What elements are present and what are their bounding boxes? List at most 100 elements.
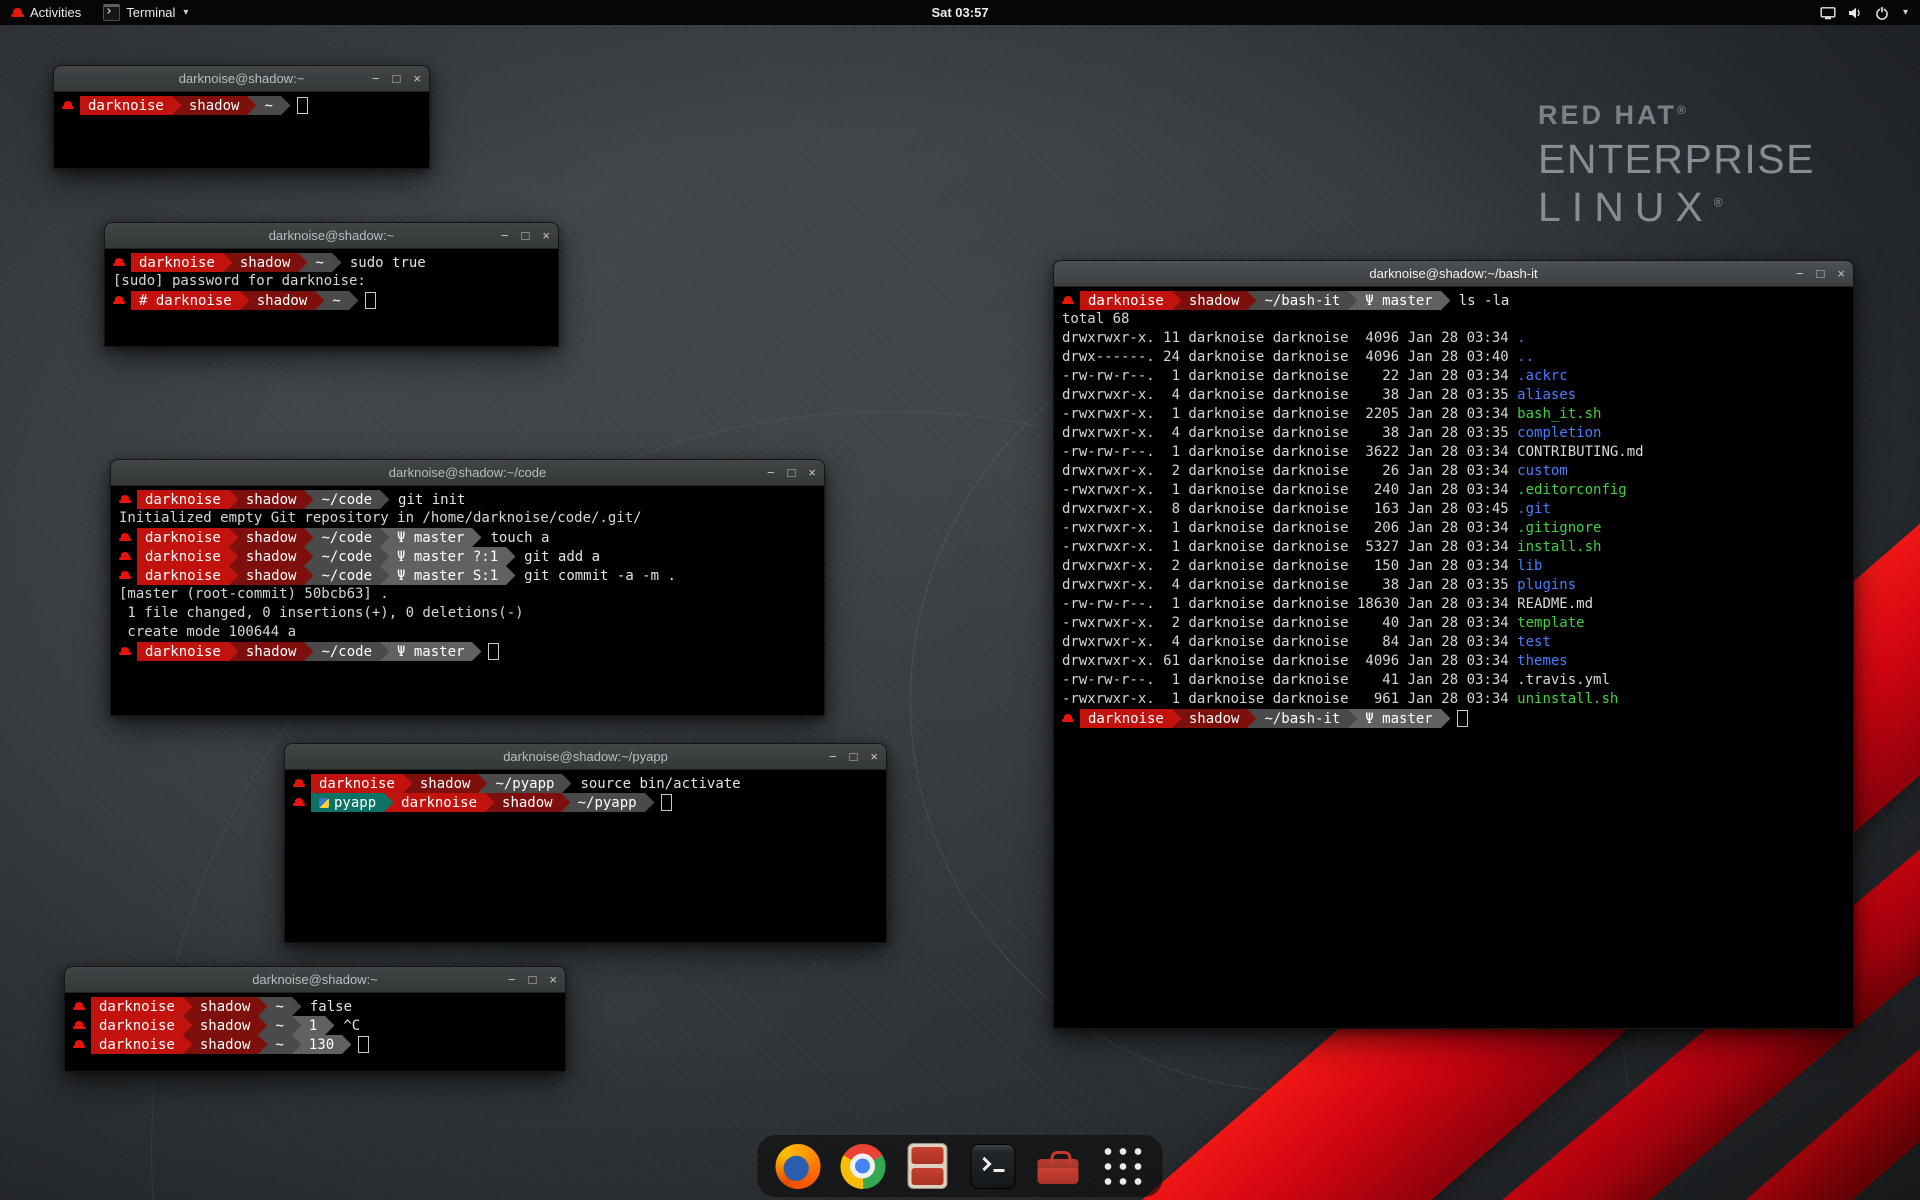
- powerline-separator: [258, 1016, 267, 1035]
- minimize-button[interactable]: −: [767, 466, 775, 479]
- app-menu-terminal[interactable]: Terminal ▾: [92, 0, 199, 25]
- titlebar[interactable]: darknoise@shadow:~ − □ ×: [65, 967, 565, 993]
- terminal-content[interactable]: darknoiseshadow~/codegit initInitialized…: [111, 486, 824, 715]
- activities-button[interactable]: Activities: [0, 0, 92, 25]
- maximize-button[interactable]: □: [788, 466, 796, 479]
- titlebar[interactable]: darknoise@shadow:~ − □ ×: [105, 223, 558, 249]
- prompt-segment-user: darknoise: [137, 490, 229, 509]
- terminal-line: drwxrwxr-x. 2 darknoise darknoise 150 Ja…: [1062, 557, 1853, 576]
- maximize-button[interactable]: □: [393, 72, 401, 85]
- prompt-segment-host: shadow: [1181, 291, 1248, 310]
- prompt-segment-host: shadow: [192, 1016, 259, 1035]
- prompt-segment-user: darknoise: [137, 547, 229, 566]
- terminal-window-home-2[interactable]: darknoise@shadow:~ − □ × darknoiseshadow…: [64, 966, 566, 1072]
- minimize-button[interactable]: −: [372, 72, 380, 85]
- terminal-line: -rwxrwxr-x. 1 darknoise darknoise 240 Ja…: [1062, 481, 1853, 500]
- dock-item-software[interactable]: [1034, 1142, 1082, 1190]
- dock-item-firefox[interactable]: [774, 1142, 822, 1190]
- window-title: darknoise@shadow:~: [252, 972, 378, 987]
- terminal-cursor: [488, 643, 499, 660]
- powerline-separator: [1348, 709, 1357, 728]
- ls-entry-name: install.sh: [1517, 539, 1601, 555]
- close-button[interactable]: ×: [413, 72, 421, 85]
- terminal-line: drwxrwxr-x. 2 darknoise darknoise 26 Jan…: [1062, 462, 1853, 481]
- registered-mark: ®: [1677, 103, 1689, 117]
- ls-entry-name: uninstall.sh: [1517, 691, 1618, 707]
- terminal-window-pyapp[interactable]: darknoise@shadow:~/pyapp − □ × darknoise…: [284, 743, 887, 943]
- prompt-segment-code: 130: [301, 1035, 342, 1054]
- terminal-window-home-1[interactable]: darknoise@shadow:~ − □ × darknoiseshadow…: [53, 65, 430, 169]
- ls-entry-meta: -rwxrwxr-x. 1 darknoise darknoise 206 Ja…: [1062, 520, 1517, 536]
- powerline-separator: [304, 490, 313, 509]
- minimize-button[interactable]: −: [1796, 267, 1804, 280]
- dock-item-app-grid[interactable]: [1099, 1142, 1147, 1190]
- dock-item-chrome[interactable]: [839, 1142, 887, 1190]
- powerline-separator: [403, 774, 412, 793]
- dock-item-files[interactable]: [904, 1142, 952, 1190]
- terminal-app-icon: [103, 4, 120, 21]
- prompt-segment-path: ~: [324, 291, 348, 310]
- terminal-content[interactable]: darknoiseshadow~: [54, 92, 429, 168]
- terminal-line: darknoiseshadow~/codeΨ master S:1git com…: [119, 566, 824, 585]
- prompt-segment-user: darknoise: [91, 997, 183, 1016]
- terminal-cursor: [297, 97, 308, 114]
- maximize-button[interactable]: □: [850, 750, 858, 763]
- powerline-separator: [1172, 709, 1181, 728]
- ls-entry-meta: -rwxrwxr-x. 2 darknoise darknoise 40 Jan…: [1062, 615, 1517, 631]
- titlebar[interactable]: darknoise@shadow:~/pyapp − □ ×: [285, 744, 886, 770]
- terminal-content[interactable]: darknoiseshadow~/bash-itΨ masterls -lato…: [1054, 287, 1853, 1028]
- terminal-line: drwxrwxr-x. 4 darknoise darknoise 38 Jan…: [1062, 576, 1853, 595]
- ls-entry-meta: -rw-rw-r--. 1 darknoise darknoise 3622 J…: [1062, 444, 1517, 460]
- terminal-window-code[interactable]: darknoise@shadow:~/code − □ × darknoises…: [110, 459, 825, 716]
- powerline-separator: [325, 1016, 334, 1035]
- minimize-button[interactable]: −: [829, 750, 837, 763]
- prompt-segment-path: ~/code: [313, 490, 380, 509]
- terminal-line: darknoiseshadow~/codegit init: [119, 490, 824, 509]
- titlebar[interactable]: darknoise@shadow:~/code − □ ×: [111, 460, 824, 486]
- terminal-line: -rw-rw-r--. 1 darknoise darknoise 18630 …: [1062, 595, 1853, 614]
- minimize-button[interactable]: −: [501, 229, 509, 242]
- close-button[interactable]: ×: [542, 229, 550, 242]
- maximize-button[interactable]: □: [522, 229, 530, 242]
- redhat-prompt-icon: [73, 1001, 85, 1013]
- titlebar[interactable]: darknoise@shadow:~/bash-it − □ ×: [1054, 261, 1853, 287]
- prompt-segment-user: darknoise: [1080, 291, 1172, 310]
- maximize-button[interactable]: □: [529, 973, 537, 986]
- ls-entry-name: .ackrc: [1517, 368, 1568, 384]
- prompt-segment-scm: Ψ master: [1357, 291, 1440, 310]
- terminal-line: Initialized empty Git repository in /hom…: [119, 509, 824, 528]
- clock[interactable]: Sat 03:57: [931, 5, 988, 20]
- close-button[interactable]: ×: [1837, 267, 1845, 280]
- terminal-content[interactable]: darknoiseshadow~falsedarknoiseshadow~1^C…: [65, 993, 565, 1071]
- terminal-window-sudo[interactable]: darknoise@shadow:~ − □ × darknoiseshadow…: [104, 222, 559, 347]
- terminal-content[interactable]: darknoiseshadow~sudo true[sudo] password…: [105, 249, 558, 346]
- maximize-button[interactable]: □: [1817, 267, 1825, 280]
- close-button[interactable]: ×: [808, 466, 816, 479]
- terminal-line: -rwxrwxr-x. 1 darknoise darknoise 2205 J…: [1062, 405, 1853, 424]
- prompt-segment-scm: Ψ master: [389, 528, 472, 547]
- terminal-line: -rwxrwxr-x. 2 darknoise darknoise 40 Jan…: [1062, 614, 1853, 633]
- redhat-prompt-icon: [1062, 713, 1074, 725]
- window-title: darknoise@shadow:~/bash-it: [1369, 266, 1537, 281]
- terminal-line: darknoiseshadow~1^C: [73, 1016, 565, 1035]
- terminal-line: -rw-rw-r--. 1 darknoise darknoise 41 Jan…: [1062, 671, 1853, 690]
- system-status-area[interactable]: ▾: [1808, 0, 1920, 25]
- ls-entry-meta: -rw-rw-r--. 1 darknoise darknoise 41 Jan…: [1062, 672, 1517, 688]
- terminal-content[interactable]: darknoiseshadow~/pyappsource bin/activat…: [285, 770, 886, 942]
- prompt-segment-user: darknoise: [137, 566, 229, 585]
- titlebar[interactable]: darknoise@shadow:~ − □ ×: [54, 66, 429, 92]
- terminal-line: drwxrwxr-x. 4 darknoise darknoise 38 Jan…: [1062, 424, 1853, 443]
- close-button[interactable]: ×: [549, 973, 557, 986]
- terminal-cursor: [661, 794, 672, 811]
- files-icon: [908, 1143, 948, 1189]
- terminal-window-bash-it[interactable]: darknoise@shadow:~/bash-it − □ × darknoi…: [1053, 260, 1854, 1029]
- command-text: source bin/activate: [580, 776, 740, 792]
- terminal-line: create mode 100644 a: [119, 623, 824, 642]
- window-title: darknoise@shadow:~/pyapp: [503, 749, 668, 764]
- minimize-button[interactable]: −: [508, 973, 516, 986]
- dock-item-terminal[interactable]: [969, 1142, 1017, 1190]
- powerline-separator: [315, 291, 324, 310]
- powerline-separator: [298, 253, 307, 272]
- close-button[interactable]: ×: [870, 750, 878, 763]
- terminal-line: drwxrwxr-x. 11 darknoise darknoise 4096 …: [1062, 329, 1853, 348]
